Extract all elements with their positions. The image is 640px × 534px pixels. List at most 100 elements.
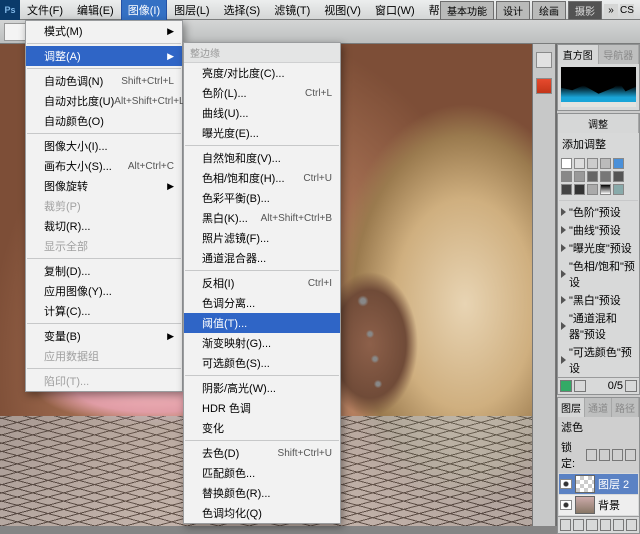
lock-all-icon[interactable]	[625, 449, 636, 461]
fx-icon[interactable]	[560, 519, 571, 531]
menu-file[interactable]: 文件(F)	[20, 0, 70, 21]
menu-item[interactable]: 阴影/高光(W)...	[184, 378, 340, 398]
adj-curves-icon[interactable]	[587, 158, 598, 169]
preset-hue[interactable]: "色相/饱和"预设	[558, 257, 639, 291]
adj-photo-filter-icon[interactable]	[600, 171, 611, 182]
adj-levels-icon[interactable]	[574, 158, 585, 169]
menu-item[interactable]: 变化	[184, 418, 340, 438]
preset-levels[interactable]: "色阶"预设	[558, 203, 639, 221]
menu-window[interactable]: 窗口(W)	[368, 0, 422, 21]
menu-item[interactable]: 渐变映射(G)...	[184, 333, 340, 353]
lock-position-icon[interactable]	[612, 449, 623, 461]
adj-hue-icon[interactable]	[561, 171, 572, 182]
workspace-essentials[interactable]: 基本功能	[440, 1, 494, 20]
menu-item[interactable]: 照片滤镜(F)...	[184, 228, 340, 248]
menu-item[interactable]: 色调均化(Q)	[184, 503, 340, 523]
lock-pixels-icon[interactable]	[599, 449, 610, 461]
layer-row[interactable]: 图层 2	[559, 474, 638, 494]
layer-name[interactable]: 背景	[598, 497, 620, 513]
menu-item[interactable]: 曝光度(E)...	[184, 123, 340, 143]
preset-bw[interactable]: "黑白"预设	[558, 291, 639, 309]
menu-view[interactable]: 视图(V)	[317, 0, 368, 21]
menu-item[interactable]: 自然饱和度(V)...	[184, 148, 340, 168]
workspace-design[interactable]: 设计	[496, 1, 530, 20]
menu-filter[interactable]: 滤镜(T)	[267, 0, 317, 21]
menu-item[interactable]: 自动色调(N)Shift+Ctrl+L	[26, 71, 182, 91]
adj-invert-icon[interactable]	[561, 184, 572, 195]
workspace-painting[interactable]: 绘画	[532, 1, 566, 20]
menu-item[interactable]: 自动颜色(O)	[26, 111, 182, 131]
menu-select[interactable]: 选择(S)	[217, 0, 268, 21]
menu-item[interactable]: 复制(D)...	[26, 261, 182, 281]
menu-item[interactable]: 变量(B)▶	[26, 326, 182, 346]
preset-selective[interactable]: "可选颜色"预设	[558, 343, 639, 377]
menu-item[interactable]: 黑白(K)...Alt+Shift+Ctrl+B	[184, 208, 340, 228]
blend-mode-select[interactable]: 滤色	[561, 419, 583, 435]
tab-layers[interactable]: 图层	[558, 398, 585, 417]
new-layer-icon[interactable]	[613, 519, 624, 531]
menu-item[interactable]: HDR 色调	[184, 398, 340, 418]
tab-histogram[interactable]: 直方图	[558, 45, 599, 64]
visibility-icon[interactable]	[560, 479, 572, 489]
adj-balance-icon[interactable]	[574, 171, 585, 182]
menu-item[interactable]: 反相(I)Ctrl+I	[184, 273, 340, 293]
workspace-menu-icon[interactable]: »	[604, 4, 618, 18]
adj-exposure-icon[interactable]	[600, 158, 611, 169]
adj-layer-icon[interactable]	[586, 519, 597, 531]
adj-vibrance-icon[interactable]	[613, 158, 624, 169]
collapsed-panel-icon[interactable]	[536, 52, 552, 68]
lock-transparency-icon[interactable]	[586, 449, 597, 461]
layer-name[interactable]: 图层 2	[598, 476, 629, 492]
visibility-icon[interactable]	[560, 500, 572, 510]
menu-item[interactable]: 模式(M)▶	[26, 21, 182, 41]
mini-bridge-icon[interactable]	[536, 78, 552, 94]
menu-item[interactable]: 亮度/对比度(C)...	[184, 63, 340, 83]
workspace-photography[interactable]: 摄影	[568, 1, 602, 20]
layer-thumbnail[interactable]	[575, 496, 595, 514]
group-icon[interactable]	[600, 519, 611, 531]
adj-clip-icon[interactable]	[574, 380, 586, 392]
adj-brightness-icon[interactable]	[561, 158, 572, 169]
menu-item[interactable]: 色调分离...	[184, 293, 340, 313]
mask-icon[interactable]	[573, 519, 584, 531]
tab-adjustments[interactable]: 调整	[558, 114, 639, 133]
menu-item[interactable]: 色彩平衡(B)...	[184, 188, 340, 208]
preset-exposure[interactable]: "曝光度"预设	[558, 239, 639, 257]
menu-item[interactable]: 阈值(T)...	[184, 313, 340, 333]
menu-item[interactable]: 计算(C)...	[26, 301, 182, 321]
menu-item[interactable]: 通道混合器...	[184, 248, 340, 268]
menu-item[interactable]: 应用图像(Y)...	[26, 281, 182, 301]
menu-item[interactable]: 调整(A)▶	[26, 46, 182, 66]
menu-item[interactable]: 匹配颜色...	[184, 463, 340, 483]
layer-row[interactable]: 背景	[559, 495, 638, 515]
menu-item[interactable]: 图像旋转▶	[26, 176, 182, 196]
menu-item[interactable]: 图像大小(I)...	[26, 136, 182, 156]
menu-edit[interactable]: 编辑(E)	[70, 0, 121, 21]
adj-return-icon[interactable]	[560, 380, 572, 392]
delete-layer-icon[interactable]	[626, 519, 637, 531]
tab-navigator[interactable]: 导航器	[599, 45, 640, 64]
layer-thumbnail[interactable]	[575, 475, 595, 493]
menu-item[interactable]: 替换颜色(R)...	[184, 483, 340, 503]
menu-item[interactable]: 去色(D)Shift+Ctrl+U	[184, 443, 340, 463]
adj-threshold-icon[interactable]	[587, 184, 598, 195]
menu-item[interactable]: 色阶(L)...Ctrl+L	[184, 83, 340, 103]
menu-item[interactable]: 曲线(U)...	[184, 103, 340, 123]
menu-item[interactable]: 裁切(R)...	[26, 216, 182, 236]
menu-item[interactable]: 画布大小(S)...Alt+Ctrl+C	[26, 156, 182, 176]
menu-item[interactable]: 可选颜色(S)...	[184, 353, 340, 373]
adj-posterize-icon[interactable]	[574, 184, 585, 195]
cs-live-icon[interactable]: CS	[620, 4, 634, 18]
preset-mixer[interactable]: "通道混和器"预设	[558, 309, 639, 343]
adj-selective-color-icon[interactable]	[613, 184, 624, 195]
adj-channel-mixer-icon[interactable]	[613, 171, 624, 182]
menu-image[interactable]: 图像(I)	[121, 0, 167, 21]
tab-paths[interactable]: 路径	[612, 398, 639, 417]
menu-item[interactable]: 自动对比度(U)Alt+Shift+Ctrl+L	[26, 91, 182, 111]
tab-channels[interactable]: 通道	[585, 398, 612, 417]
preset-curves[interactable]: "曲线"预设	[558, 221, 639, 239]
menu-item[interactable]: 色相/饱和度(H)...Ctrl+U	[184, 168, 340, 188]
adj-bw-icon[interactable]	[587, 171, 598, 182]
adj-gradient-map-icon[interactable]	[600, 184, 611, 195]
menu-layer[interactable]: 图层(L)	[167, 0, 216, 21]
